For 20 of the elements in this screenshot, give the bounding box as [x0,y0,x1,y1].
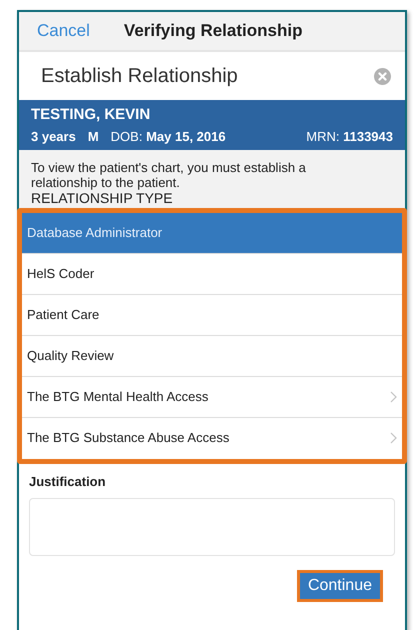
relationship-item[interactable]: Database Administrator [22,212,402,254]
relationship-item[interactable]: Patient Care [22,294,402,336]
relationship-item[interactable]: The BTG Mental Health Access [22,376,402,418]
relationship-item[interactable]: HelS Coder [22,254,402,294]
patient-name: TESTING, KEVIN [31,105,152,125]
patient-dob: DOB: May 15, 2016 [110,128,226,144]
instructions-text: To view the patient's chart, you must establish a relationship to the patient. [31,160,307,190]
justification-label: Justification [29,472,107,490]
relationship-item[interactable]: Quality Review [22,336,402,376]
screen-title: Verifying Relationship [124,20,302,42]
justification-field[interactable] [29,498,395,556]
chevron-icon [390,390,397,402]
continue-button[interactable]: Continue [296,570,383,602]
chevron-icon [390,432,397,444]
clear-icon[interactable] [374,68,391,84]
patient-sex: M [88,128,99,144]
patient-age: 3 years [31,128,76,144]
patient-mrn: MRN: 1133943 [306,128,393,146]
search-field[interactable]: Establish Relationship [41,61,374,91]
section-heading: RELATIONSHIP TYPE [31,190,173,206]
